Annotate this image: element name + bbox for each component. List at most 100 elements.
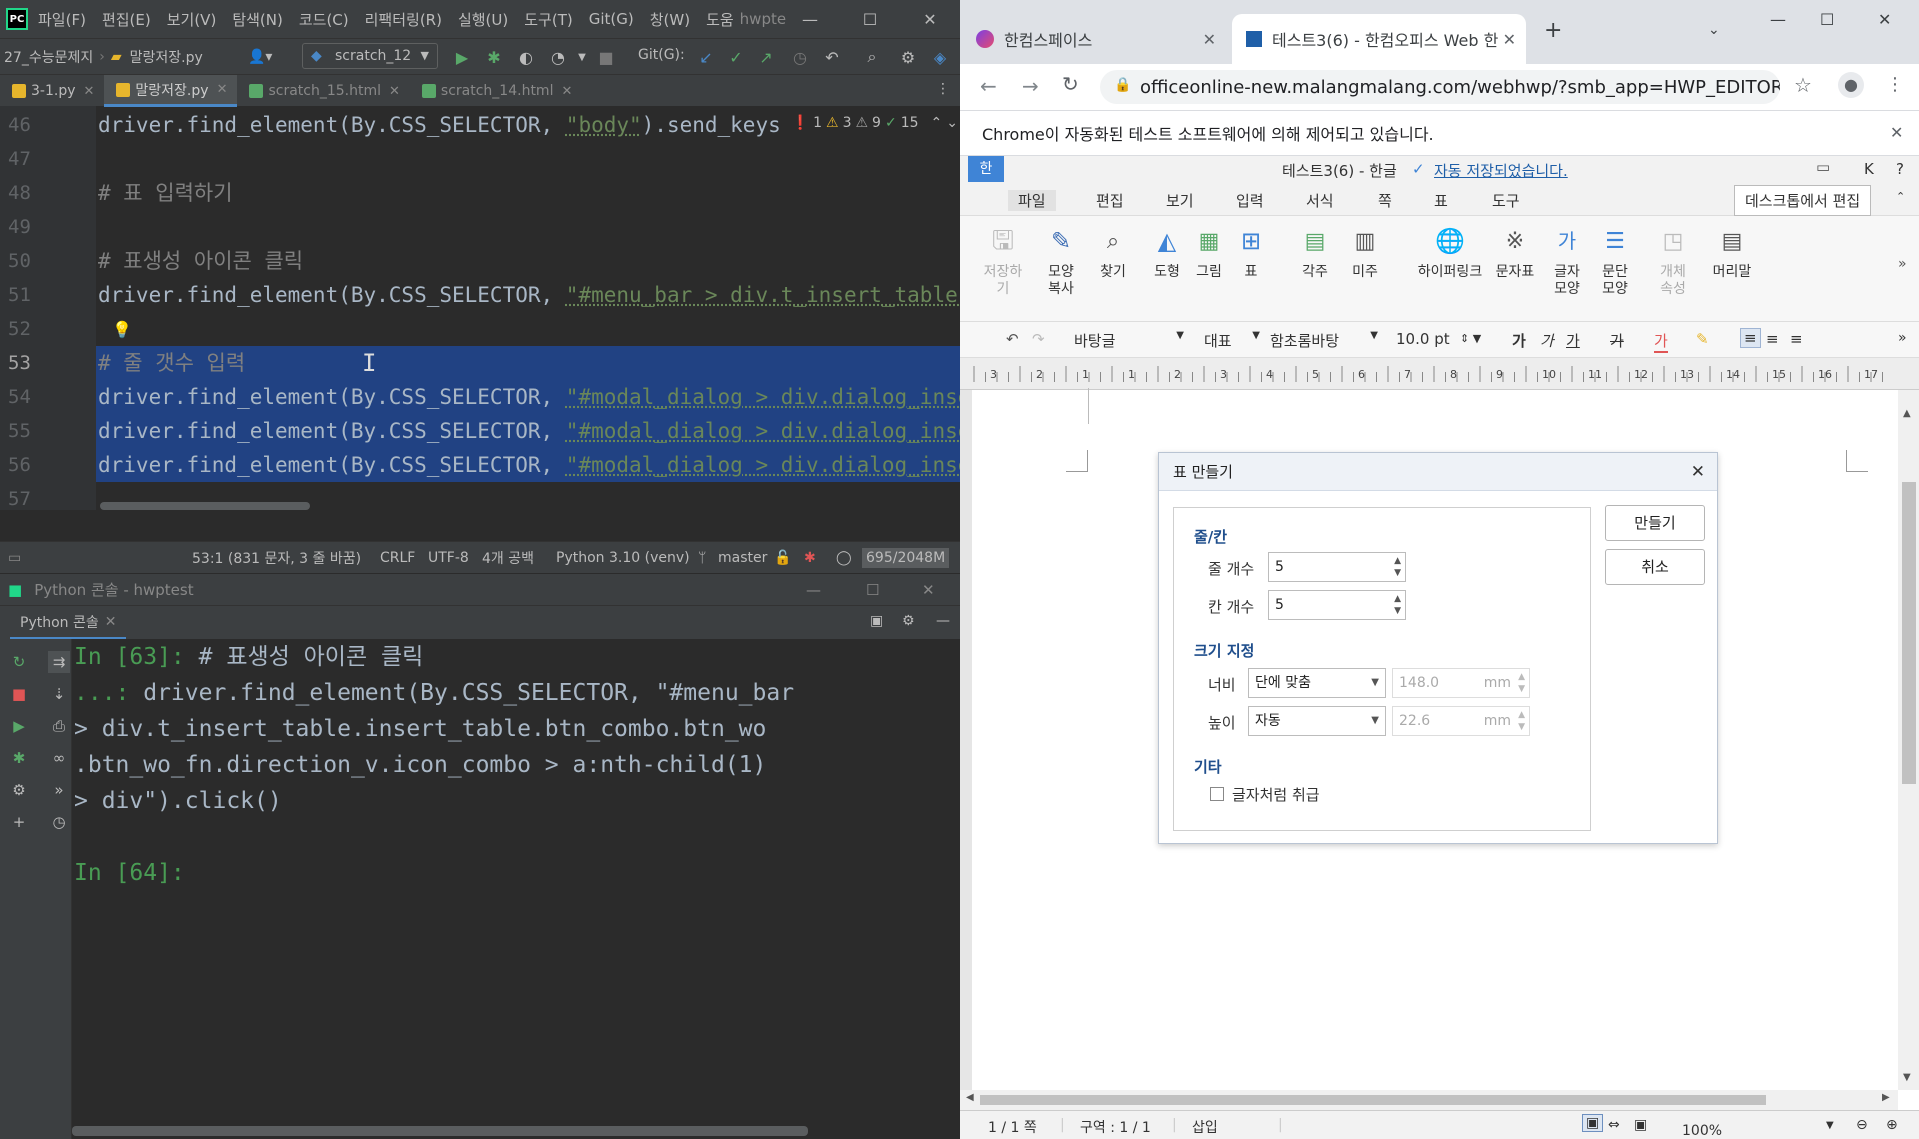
menu-run[interactable]: 실행(U) [458,9,508,30]
debug-status-icon[interactable]: ✱ [804,550,816,566]
copy-format-button[interactable]: ✎ 모양 복사 [1036,224,1086,298]
status-encoding[interactable]: UTF-8 [428,550,469,566]
variables-icon[interactable]: ∞ [48,747,70,769]
history-icon[interactable]: ◷ [790,47,810,67]
event-log-icon[interactable]: ◯ [836,550,852,566]
height-mode-select[interactable]: 자동 ▼ [1248,706,1386,736]
code-comment[interactable]: # 표 입력하기 [96,176,960,210]
stop-icon[interactable]: ■ [596,47,616,67]
git-commit-icon[interactable]: ✓ [726,47,746,67]
menu-file[interactable]: 파일(F) [38,9,86,30]
menu-git[interactable]: Git(G) [589,10,634,28]
more-tabs-icon[interactable]: ⋮ [936,81,950,97]
height-stepper[interactable]: 22.6 mm ▲ ▼ [1392,706,1530,736]
footnote-button[interactable]: ▤ 각주 [1290,224,1340,281]
console-horizontal-scrollbar[interactable] [72,1126,808,1136]
close-tab-icon[interactable]: ✕ [389,84,400,99]
close-tab-icon[interactable]: ✕ [217,82,228,97]
view-width-icon[interactable]: ⇔ [1608,1117,1620,1133]
highlight-icon[interactable]: ✎ [1696,330,1709,348]
hyperlink-button[interactable]: 🌐 하이퍼링크 [1404,224,1496,281]
stepper-arrows-icon[interactable]: ▲ ▼ [1518,709,1525,733]
status-git-branch[interactable]: master [718,550,767,566]
profile-icon[interactable]: ● [1838,72,1864,98]
code-line[interactable] [96,210,960,244]
endnote-button[interactable]: ▥ 미주 [1340,224,1390,281]
menu-insert[interactable]: 입력 [1236,190,1264,211]
autosave-status[interactable]: 자동 저장되었습니다. [1434,160,1568,181]
lock-icon[interactable]: 🔓 [774,550,791,566]
tab-scratch-15[interactable]: scratch_15.html ✕ [237,75,409,107]
close-tab-icon[interactable]: ✕ [84,84,95,99]
treat-as-char-label[interactable]: 글자처럼 취급 [1232,784,1320,805]
tab-python-console[interactable]: Python 콘솔 ✕ [10,606,127,640]
save-button[interactable]: 🖫 저장하기 [978,224,1028,298]
code-line-selected[interactable]: driver.find_element(By.CSS_SELECTOR, "#m… [96,448,960,482]
git-update-icon[interactable]: ↙ [696,47,716,67]
status-insert-mode[interactable]: 삽입 [1192,1117,1218,1137]
menu-file[interactable]: 파일 [1008,190,1056,211]
editor-horizontal-scrollbar[interactable] [100,502,310,510]
star-icon[interactable]: ☆ [1794,73,1812,97]
maximize-icon[interactable]: ☐ [1820,10,1834,29]
menu-page[interactable]: 쪽 [1378,190,1392,211]
plugin-icon[interactable]: ◈ [930,47,950,67]
run-icon[interactable]: ▶ [452,47,472,67]
menu-code[interactable]: 코드(C) [299,9,349,30]
para-shape-button[interactable]: ☰ 문단 모양 [1590,224,1640,298]
code-editor[interactable]: driver.find_element(By.CSS_SELECTOR, "bo… [96,106,960,510]
hide-icon[interactable]: — [936,613,950,629]
menu-help[interactable]: 도움 [706,9,734,30]
code-comment-selected[interactable]: # 줄 갯수 입력 [96,346,960,380]
close-icon[interactable]: ✕ [1691,453,1705,491]
toolbar-more-icon[interactable]: » [1898,330,1907,346]
document-horizontal-scrollbar[interactable]: ◀ ▶ [960,1090,1898,1110]
more-run-icon[interactable]: ▼ [572,47,592,67]
align-center-icon[interactable]: ≡ [1790,330,1803,348]
find-button[interactable]: ⌕ 찾기 [1088,224,1138,281]
tab-scratch-14[interactable]: scratch_14.html ✕ [410,75,582,107]
maximize-icon[interactable]: ☐ [866,581,879,599]
browser-tab-hwp[interactable]: 테스트3(6) - 한컴오피스 Web 한 ✕ [1232,14,1526,64]
chevron-down-icon[interactable]: ⌄ [946,115,958,131]
style-select[interactable]: 바탕글 ▼ [1074,330,1184,351]
chevron-up-icon[interactable]: ⌃ [931,115,943,131]
scroll-thumb[interactable] [980,1095,1766,1105]
rollback-icon[interactable]: ↶ [822,47,842,67]
scroll-right-icon[interactable]: ▶ [1882,1092,1890,1103]
stepper-arrows-icon[interactable]: ▲ ▼ [1394,555,1401,579]
italic-button[interactable]: 가 [1540,330,1554,351]
command-queue-icon[interactable]: » [48,779,70,801]
status-line-separator[interactable]: CRLF [380,550,415,566]
stepper-arrows-icon[interactable]: ▲ ▼ [1394,593,1401,617]
close-tab-icon[interactable]: ✕ [1203,30,1216,49]
execute-icon[interactable]: ▶ [8,715,30,737]
status-interpreter[interactable]: Python 3.10 (venv) [556,550,690,566]
url-input[interactable]: 🔒 officeonline-new.malangmalang.com/webh… [1100,70,1780,104]
create-button[interactable]: 만들기 [1605,505,1705,541]
minimize-icon[interactable]: — [806,581,821,599]
minimize-icon[interactable]: — [1770,10,1786,29]
tab-search-icon[interactable]: ⌄ [1708,22,1720,38]
width-stepper[interactable]: 148.0 mm ▲ ▼ [1392,668,1530,698]
debug-icon[interactable]: ✱ [484,47,504,67]
font-size-stepper[interactable]: ⇕ ▼ [1460,332,1481,345]
minimize-icon[interactable]: — [790,0,830,38]
user-initial[interactable]: K [1864,160,1874,178]
menu-tools[interactable]: 도구 [1492,190,1520,211]
close-icon[interactable]: ✕ [910,0,950,38]
code-comment[interactable]: # 표생성 아이콘 클릭 [96,244,960,278]
menu-edit[interactable]: 편집 [1096,190,1124,211]
view-normal-icon[interactable]: ▣ [1582,1114,1604,1132]
close-tab-icon[interactable]: ✕ [1503,30,1516,49]
font-size-input[interactable]: 10.0 pt [1396,330,1450,348]
menu-refactor[interactable]: 리팩터링(R) [365,9,442,30]
code-line[interactable] [96,142,960,176]
scroll-to-end-icon[interactable]: ⇣ [48,683,70,705]
bold-button[interactable]: 가 [1512,330,1526,351]
python-console-output[interactable]: In [63]: # 표생성 아이콘 클릭 ...: driver.find_e… [72,639,960,1139]
stop-icon[interactable]: ■ [8,683,30,705]
menu-navigate[interactable]: 탐색(N) [232,9,283,30]
browser-tab-hancomspace[interactable]: 한컴스페이스 ✕ [962,14,1226,64]
git-push-icon[interactable]: ↗ [756,47,776,67]
